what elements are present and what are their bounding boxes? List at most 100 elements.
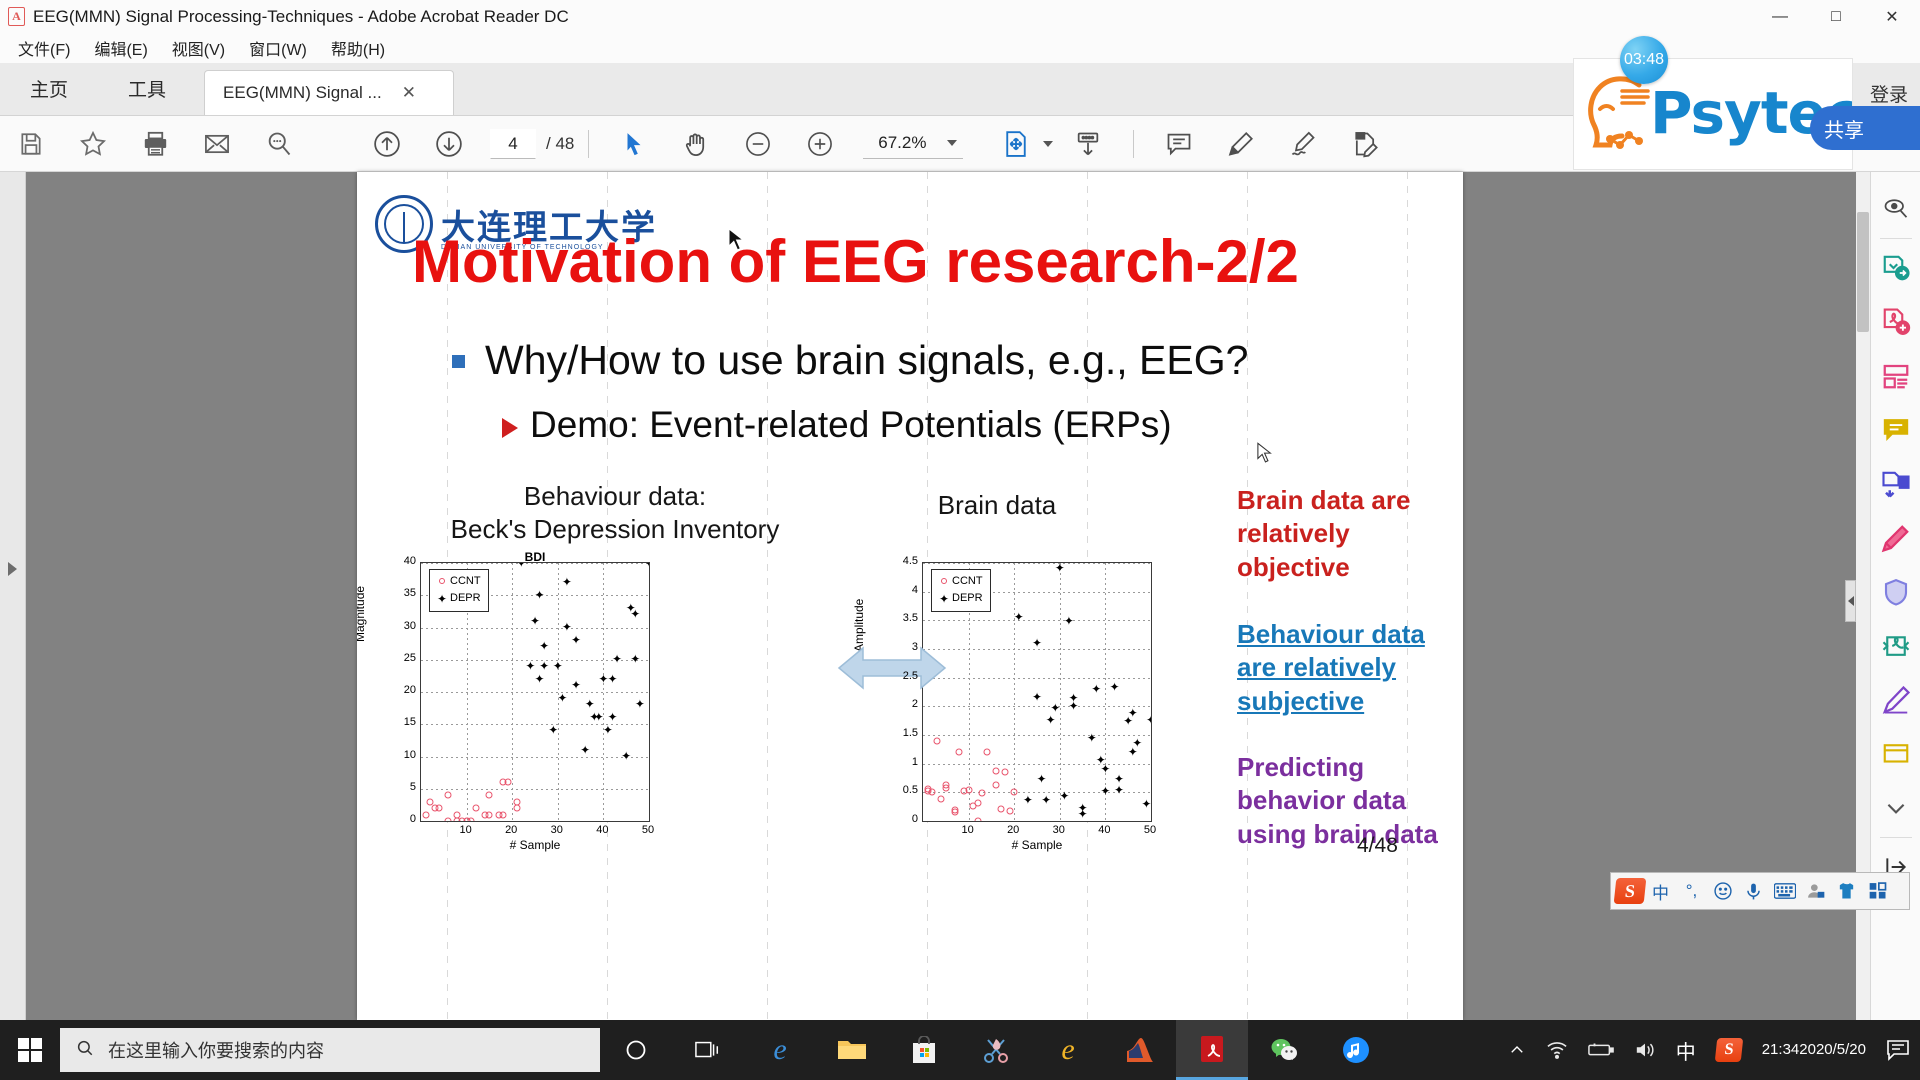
page-number-input[interactable]: 4	[490, 128, 536, 159]
zoom-out-icon[interactable]	[739, 125, 777, 163]
data-point-ccnt	[444, 791, 452, 799]
more-tools-icon[interactable]	[1876, 727, 1916, 781]
voice-input-icon[interactable]	[1738, 877, 1769, 905]
skin-icon[interactable]	[1831, 877, 1862, 905]
select-tool-icon[interactable]	[615, 125, 653, 163]
chevron-down-icon[interactable]	[1876, 781, 1916, 835]
punctuation-icon[interactable]: °,	[1676, 877, 1707, 905]
add-to-favorites-icon[interactable]	[74, 125, 112, 163]
edit-pdf-icon[interactable]	[1346, 125, 1384, 163]
data-point-ccnt	[992, 767, 1000, 775]
brain-chart-x-axis-label: # Sample	[1011, 838, 1063, 852]
document-tab[interactable]: EEG(MMN) Signal ... ✕	[204, 70, 455, 115]
protect-icon[interactable]	[1876, 565, 1916, 619]
tab-home[interactable]: 主页	[0, 62, 98, 115]
share-button[interactable]: 共享	[1810, 106, 1920, 150]
rail-divider	[1879, 238, 1912, 239]
organize-pages-icon[interactable]	[1876, 349, 1916, 403]
comment-tool-icon[interactable]	[1876, 403, 1916, 457]
close-button[interactable]: ✕	[1864, 0, 1920, 33]
save-icon[interactable]	[12, 125, 50, 163]
cortana-icon[interactable]	[600, 1020, 672, 1080]
fit-page-icon[interactable]	[997, 125, 1035, 163]
next-page-icon[interactable]	[430, 125, 468, 163]
tab-tools[interactable]: 工具	[98, 62, 196, 115]
snipaste-icon[interactable]	[960, 1020, 1032, 1080]
email-icon[interactable]	[198, 125, 236, 163]
export-pdf-icon[interactable]	[1876, 241, 1916, 295]
menu-help[interactable]: 帮助(H)	[319, 34, 397, 62]
sign-icon[interactable]	[1284, 125, 1322, 163]
data-point-depr	[1134, 740, 1141, 747]
internet-explorer-icon[interactable]: e	[1032, 1020, 1104, 1080]
zoom-in-icon[interactable]	[801, 125, 839, 163]
tray-sogou-icon[interactable]: S	[1706, 1038, 1752, 1062]
compress-pdf-icon[interactable]	[1876, 619, 1916, 673]
wechat-icon[interactable]	[1248, 1020, 1320, 1080]
data-point-depr	[636, 701, 643, 708]
sogou-ime-toolbar[interactable]: S 中 °,	[1610, 872, 1910, 910]
sogou-logo-icon[interactable]: S	[1613, 878, 1647, 904]
highlight-icon[interactable]	[1222, 125, 1260, 163]
scrollbar-thumb[interactable]	[1857, 212, 1869, 332]
bullet-level-1-text: Why/How to use brain signals, e.g., EEG?	[485, 337, 1249, 383]
toolbox-icon[interactable]	[1862, 877, 1893, 905]
matlab-icon[interactable]	[1104, 1020, 1176, 1080]
data-point-ccnt	[997, 805, 1005, 813]
fit-page-chevron-icon[interactable]	[1043, 140, 1054, 147]
login-button[interactable]: 登录	[1870, 80, 1908, 107]
soft-keyboard-icon[interactable]	[1769, 877, 1800, 905]
wifi-icon[interactable]	[1536, 1040, 1578, 1060]
chinese-mode-icon[interactable]: 中	[1645, 877, 1676, 905]
tray-ime-mode[interactable]: 中	[1666, 1036, 1706, 1065]
fill-and-sign-icon[interactable]	[1876, 511, 1916, 565]
note-predicting: Predicting behavior data using brain dat…	[1237, 752, 1438, 849]
create-pdf-icon[interactable]	[1876, 295, 1916, 349]
menu-window[interactable]: 窗口(W)	[237, 34, 319, 62]
chevron-down-icon[interactable]	[947, 140, 958, 146]
volume-icon[interactable]	[1624, 1040, 1666, 1060]
emoji-icon[interactable]	[1707, 877, 1738, 905]
gridline-horizontal	[923, 620, 1151, 622]
maximize-button[interactable]: □	[1808, 0, 1864, 33]
y-tick-label: 0	[911, 813, 918, 825]
data-point-ccnt	[467, 817, 475, 821]
acrobat-reader-icon[interactable]	[1176, 1020, 1248, 1080]
combine-files-icon[interactable]	[1876, 457, 1916, 511]
menu-view[interactable]: 视图(V)	[160, 34, 237, 62]
previous-page-icon[interactable]	[368, 125, 406, 163]
clock[interactable]: 21:34 2020/5/20	[1752, 1040, 1876, 1060]
edge-icon[interactable]: e	[744, 1020, 816, 1080]
search-input[interactable]: 在这里输入你要搜索的内容	[60, 1028, 600, 1072]
data-point-ccnt	[422, 811, 430, 819]
scroll-mode-icon[interactable]	[1069, 125, 1107, 163]
task-view-icon[interactable]	[672, 1020, 744, 1080]
comment-icon[interactable]	[1160, 125, 1198, 163]
zoom-control[interactable]: 67.2%	[863, 129, 964, 159]
qq-music-icon[interactable]	[1320, 1020, 1392, 1080]
collapse-right-pane-handle[interactable]	[1845, 580, 1856, 622]
gridline-vertical	[603, 563, 605, 821]
close-icon[interactable]: ✕	[402, 83, 416, 103]
request-signature-icon[interactable]	[1876, 673, 1916, 727]
search-document-icon[interactable]	[1876, 182, 1916, 236]
print-icon[interactable]	[136, 125, 174, 163]
microsoft-store-icon[interactable]	[888, 1020, 960, 1080]
slide-page-mark: 4/48	[1357, 834, 1398, 857]
left-navigation-rail[interactable]	[0, 172, 26, 1020]
data-point-ccnt	[951, 808, 959, 816]
search-icon[interactable]	[260, 125, 298, 163]
action-center-icon[interactable]	[1876, 1039, 1920, 1061]
expand-navigation-pane-icon[interactable]	[8, 562, 17, 576]
menu-edit[interactable]: 编辑(E)	[82, 34, 159, 62]
menu-file[interactable]: 文件(F)	[6, 34, 82, 62]
data-point-ccnt	[955, 748, 963, 756]
file-explorer-icon[interactable]	[816, 1020, 888, 1080]
user-icon[interactable]	[1800, 877, 1831, 905]
pan-tool-icon[interactable]	[677, 125, 715, 163]
battery-icon[interactable]	[1578, 1042, 1624, 1058]
start-button[interactable]	[0, 1020, 60, 1080]
minimize-button[interactable]: —	[1752, 0, 1808, 33]
data-point-depr	[1111, 684, 1118, 691]
tray-chevron-icon[interactable]	[1498, 1041, 1536, 1059]
